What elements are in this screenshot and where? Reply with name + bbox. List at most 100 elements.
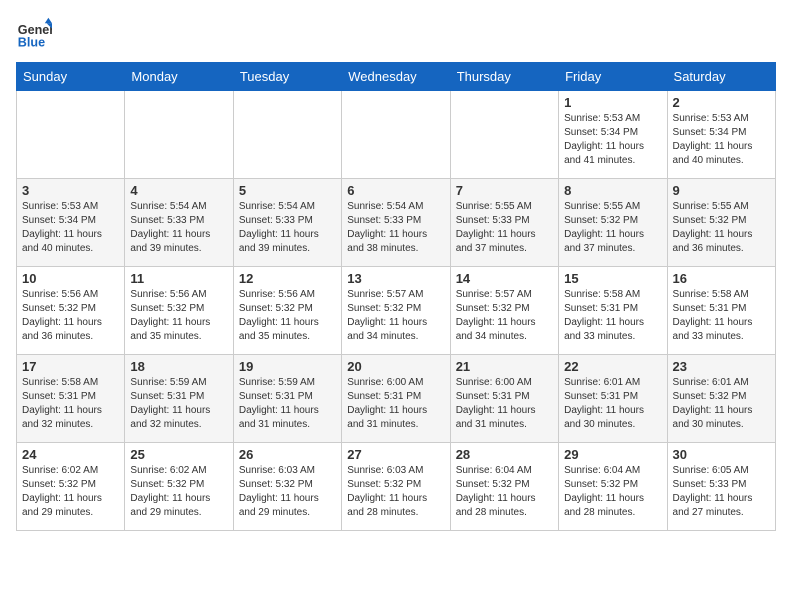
calendar-cell [125,91,233,179]
logo: General Blue [16,16,56,52]
calendar-cell: 26 Sunrise: 6:03 AM Sunset: 5:32 PM Dayli… [233,443,341,531]
day-number: 22 [564,359,661,374]
col-header-friday: Friday [559,63,667,91]
calendar-cell [342,91,450,179]
day-info: Sunrise: 5:58 AM Sunset: 5:31 PM Dayligh… [564,288,661,344]
day-number: 10 [22,271,119,286]
calendar-cell: 19 Sunrise: 5:59 AM Sunset: 5:31 PM Dayli… [233,355,341,443]
calendar-cell: 17 Sunrise: 5:58 AM Sunset: 5:31 PM Dayli… [17,355,125,443]
day-number: 12 [239,271,336,286]
calendar-cell: 12 Sunrise: 5:56 AM Sunset: 5:32 PM Dayli… [233,267,341,355]
day-number: 13 [347,271,444,286]
calendar-cell [233,91,341,179]
calendar-cell: 27 Sunrise: 6:03 AM Sunset: 5:32 PM Dayli… [342,443,450,531]
calendar-cell: 18 Sunrise: 5:59 AM Sunset: 5:31 PM Dayli… [125,355,233,443]
day-info: Sunrise: 5:56 AM Sunset: 5:32 PM Dayligh… [22,288,119,344]
day-info: Sunrise: 5:57 AM Sunset: 5:32 PM Dayligh… [347,288,444,344]
day-number: 24 [22,447,119,462]
day-number: 2 [673,95,770,110]
calendar-cell: 16 Sunrise: 5:58 AM Sunset: 5:31 PM Dayli… [667,267,775,355]
day-number: 28 [456,447,553,462]
day-info: Sunrise: 6:00 AM Sunset: 5:31 PM Dayligh… [456,376,553,432]
col-header-sunday: Sunday [17,63,125,91]
calendar-cell: 8 Sunrise: 5:55 AM Sunset: 5:32 PM Daylig… [559,179,667,267]
day-info: Sunrise: 5:54 AM Sunset: 5:33 PM Dayligh… [239,200,336,256]
day-number: 19 [239,359,336,374]
day-info: Sunrise: 5:54 AM Sunset: 5:33 PM Dayligh… [130,200,227,256]
day-number: 23 [673,359,770,374]
calendar-table: SundayMondayTuesdayWednesdayThursdayFrid… [16,62,776,531]
day-number: 27 [347,447,444,462]
day-info: Sunrise: 5:57 AM Sunset: 5:32 PM Dayligh… [456,288,553,344]
calendar-cell: 3 Sunrise: 5:53 AM Sunset: 5:34 PM Daylig… [17,179,125,267]
calendar-cell: 9 Sunrise: 5:55 AM Sunset: 5:32 PM Daylig… [667,179,775,267]
day-number: 20 [347,359,444,374]
day-info: Sunrise: 5:55 AM Sunset: 5:32 PM Dayligh… [673,200,770,256]
day-info: Sunrise: 6:03 AM Sunset: 5:32 PM Dayligh… [239,464,336,520]
day-number: 17 [22,359,119,374]
calendar-header-row: SundayMondayTuesdayWednesdayThursdayFrid… [17,63,776,91]
logo-icon: General Blue [16,16,52,52]
day-number: 26 [239,447,336,462]
day-number: 25 [130,447,227,462]
col-header-monday: Monday [125,63,233,91]
col-header-saturday: Saturday [667,63,775,91]
calendar-cell: 14 Sunrise: 5:57 AM Sunset: 5:32 PM Dayli… [450,267,558,355]
day-info: Sunrise: 6:05 AM Sunset: 5:33 PM Dayligh… [673,464,770,520]
calendar-cell: 13 Sunrise: 5:57 AM Sunset: 5:32 PM Dayli… [342,267,450,355]
calendar-week-row: 1 Sunrise: 5:53 AM Sunset: 5:34 PM Daylig… [17,91,776,179]
day-info: Sunrise: 5:58 AM Sunset: 5:31 PM Dayligh… [22,376,119,432]
day-info: Sunrise: 5:56 AM Sunset: 5:32 PM Dayligh… [239,288,336,344]
calendar-cell: 11 Sunrise: 5:56 AM Sunset: 5:32 PM Dayli… [125,267,233,355]
day-info: Sunrise: 5:55 AM Sunset: 5:32 PM Dayligh… [564,200,661,256]
day-number: 16 [673,271,770,286]
day-info: Sunrise: 6:01 AM Sunset: 5:32 PM Dayligh… [673,376,770,432]
day-number: 18 [130,359,227,374]
svg-text:Blue: Blue [18,36,45,50]
day-number: 15 [564,271,661,286]
day-number: 6 [347,183,444,198]
calendar-cell: 24Sunrise: 6:02 AM Sunset: 5:32 PM Dayli… [17,443,125,531]
calendar-cell: 22 Sunrise: 6:01 AM Sunset: 5:31 PM Dayli… [559,355,667,443]
calendar-cell [17,91,125,179]
day-info: Sunrise: 5:59 AM Sunset: 5:31 PM Dayligh… [130,376,227,432]
col-header-wednesday: Wednesday [342,63,450,91]
day-number: 14 [456,271,553,286]
calendar-cell: 7Sunrise: 5:55 AM Sunset: 5:33 PM Daylig… [450,179,558,267]
day-info: Sunrise: 5:53 AM Sunset: 5:34 PM Dayligh… [673,112,770,168]
day-number: 7 [456,183,553,198]
day-info: Sunrise: 6:04 AM Sunset: 5:32 PM Dayligh… [456,464,553,520]
day-number: 8 [564,183,661,198]
day-number: 11 [130,271,227,286]
calendar-cell: 10 Sunrise: 5:56 AM Sunset: 5:32 PM Dayli… [17,267,125,355]
day-info: Sunrise: 5:53 AM Sunset: 5:34 PM Dayligh… [22,200,119,256]
day-number: 3 [22,183,119,198]
calendar-cell: 5Sunrise: 5:54 AM Sunset: 5:33 PM Daylig… [233,179,341,267]
day-info: Sunrise: 6:02 AM Sunset: 5:32 PM Dayligh… [130,464,227,520]
day-info: Sunrise: 5:53 AM Sunset: 5:34 PM Dayligh… [564,112,661,168]
calendar-cell: 1 Sunrise: 5:53 AM Sunset: 5:34 PM Daylig… [559,91,667,179]
day-number: 9 [673,183,770,198]
day-number: 1 [564,95,661,110]
calendar-cell: 29Sunrise: 6:04 AM Sunset: 5:32 PM Dayli… [559,443,667,531]
calendar-week-row: 10 Sunrise: 5:56 AM Sunset: 5:32 PM Dayli… [17,267,776,355]
day-info: Sunrise: 5:58 AM Sunset: 5:31 PM Dayligh… [673,288,770,344]
calendar-cell: 23 Sunrise: 6:01 AM Sunset: 5:32 PM Dayli… [667,355,775,443]
day-info: Sunrise: 6:03 AM Sunset: 5:32 PM Dayligh… [347,464,444,520]
day-number: 4 [130,183,227,198]
calendar-cell: 21Sunrise: 6:00 AM Sunset: 5:31 PM Dayli… [450,355,558,443]
col-header-thursday: Thursday [450,63,558,91]
day-info: Sunrise: 6:00 AM Sunset: 5:31 PM Dayligh… [347,376,444,432]
calendar-cell [450,91,558,179]
calendar-cell: 4 Sunrise: 5:54 AM Sunset: 5:33 PM Daylig… [125,179,233,267]
day-info: Sunrise: 5:59 AM Sunset: 5:31 PM Dayligh… [239,376,336,432]
col-header-tuesday: Tuesday [233,63,341,91]
page-header: General Blue [16,16,776,52]
day-info: Sunrise: 6:01 AM Sunset: 5:31 PM Dayligh… [564,376,661,432]
day-info: Sunrise: 5:56 AM Sunset: 5:32 PM Dayligh… [130,288,227,344]
calendar-cell: 6Sunrise: 5:54 AM Sunset: 5:33 PM Daylig… [342,179,450,267]
calendar-cell: 28 Sunrise: 6:04 AM Sunset: 5:32 PM Dayli… [450,443,558,531]
calendar-cell: 20 Sunrise: 6:00 AM Sunset: 5:31 PM Dayli… [342,355,450,443]
day-info: Sunrise: 6:04 AM Sunset: 5:32 PM Dayligh… [564,464,661,520]
day-number: 30 [673,447,770,462]
